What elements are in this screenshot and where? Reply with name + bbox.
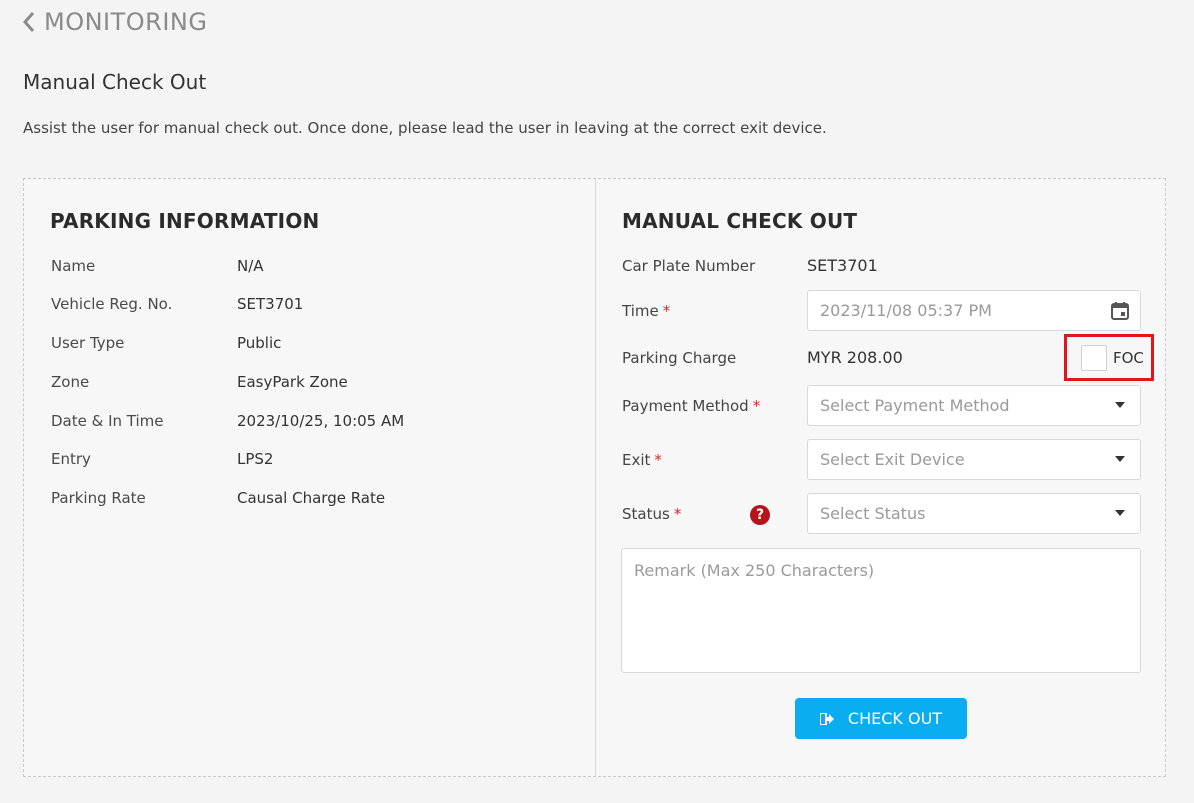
status-label: Status * bbox=[622, 505, 681, 523]
foc-checkbox[interactable] bbox=[1081, 344, 1107, 371]
info-row-vehicle-reg: Vehicle Reg. No. SET3701 bbox=[51, 295, 303, 313]
parking-charge-label: Parking Charge bbox=[622, 349, 737, 367]
payment-method-label: Payment Method * bbox=[622, 397, 760, 415]
parking-info-title: PARKING INFORMATION bbox=[50, 209, 320, 233]
remark-placeholder: Remark (Max 250 Characters) bbox=[634, 561, 875, 580]
info-value: Causal Charge Rate bbox=[237, 489, 386, 507]
info-value: SET3701 bbox=[237, 295, 304, 313]
caret-down-icon bbox=[1115, 402, 1125, 408]
info-value: N/A bbox=[237, 257, 264, 275]
info-label: Entry bbox=[51, 450, 91, 468]
info-row-date-in-time: Date & In Time 2023/10/25, 10:05 AM bbox=[51, 412, 404, 430]
time-value: 2023/11/08 05:37 PM bbox=[820, 301, 992, 320]
payment-method-label-text: Payment Method bbox=[622, 397, 749, 415]
payment-method-placeholder: Select Payment Method bbox=[820, 396, 1010, 415]
back-link[interactable]: MONITORING bbox=[22, 8, 207, 36]
car-plate-value: SET3701 bbox=[807, 256, 878, 275]
info-label: Zone bbox=[51, 373, 90, 391]
info-label: Parking Rate bbox=[51, 489, 146, 507]
chevron-left-icon bbox=[22, 8, 44, 36]
info-value: LPS2 bbox=[237, 450, 274, 468]
required-mark: * bbox=[752, 397, 761, 415]
required-mark: * bbox=[673, 505, 682, 523]
exit-device-placeholder: Select Exit Device bbox=[820, 450, 965, 469]
info-label: Name bbox=[51, 257, 96, 275]
page-title: Manual Check Out bbox=[23, 70, 207, 94]
parking-charge-value: MYR 208.00 bbox=[807, 348, 903, 367]
exit-label: Exit * bbox=[622, 451, 662, 469]
manual-checkout-title: MANUAL CHECK OUT bbox=[622, 209, 858, 233]
back-title: MONITORING bbox=[44, 8, 208, 36]
info-value: EasyPark Zone bbox=[237, 373, 348, 391]
info-label: Vehicle Reg. No. bbox=[51, 295, 173, 313]
exit-label-text: Exit bbox=[622, 451, 651, 469]
info-label: Date & In Time bbox=[51, 412, 164, 430]
status-label-text: Status bbox=[622, 505, 670, 523]
info-value: 2023/10/25, 10:05 AM bbox=[237, 412, 405, 430]
info-value: Public bbox=[237, 334, 282, 352]
payment-method-select[interactable]: Select Payment Method bbox=[807, 385, 1141, 426]
check-out-button[interactable]: CHECK OUT bbox=[795, 698, 967, 739]
question-circle-icon[interactable]: ? bbox=[750, 505, 770, 525]
info-row-entry: Entry LPS2 bbox=[51, 450, 273, 468]
time-label: Time * bbox=[622, 302, 670, 320]
sign-out-icon bbox=[819, 712, 834, 725]
caret-down-icon bbox=[1115, 456, 1125, 462]
calendar-icon[interactable] bbox=[1110, 301, 1130, 325]
page-description: Assist the user for manual check out. On… bbox=[23, 119, 827, 137]
required-mark: * bbox=[654, 451, 662, 469]
panel-divider bbox=[595, 179, 596, 776]
time-field[interactable]: 2023/11/08 05:37 PM bbox=[807, 290, 1141, 331]
info-row-zone: Zone EasyPark Zone bbox=[51, 373, 348, 391]
required-mark: * bbox=[662, 302, 671, 320]
exit-device-select[interactable]: Select Exit Device bbox=[807, 439, 1141, 480]
foc-label: FOC bbox=[1113, 348, 1144, 367]
checkout-panel: PARKING INFORMATION Name N/A Vehicle Reg… bbox=[23, 178, 1166, 777]
caret-down-icon bbox=[1115, 510, 1125, 516]
foc-highlight: FOC bbox=[1064, 334, 1154, 381]
info-row-parking-rate: Parking Rate Causal Charge Rate bbox=[51, 489, 385, 507]
info-row-user-type: User Type Public bbox=[51, 334, 281, 352]
remark-textarea[interactable]: Remark (Max 250 Characters) bbox=[621, 548, 1141, 673]
check-out-label: CHECK OUT bbox=[847, 709, 943, 728]
status-select[interactable]: Select Status bbox=[807, 493, 1141, 534]
time-label-text: Time bbox=[622, 302, 659, 320]
info-label: User Type bbox=[51, 334, 125, 352]
car-plate-label: Car Plate Number bbox=[622, 257, 756, 275]
info-row-name: Name N/A bbox=[51, 257, 264, 275]
status-placeholder: Select Status bbox=[820, 504, 926, 523]
